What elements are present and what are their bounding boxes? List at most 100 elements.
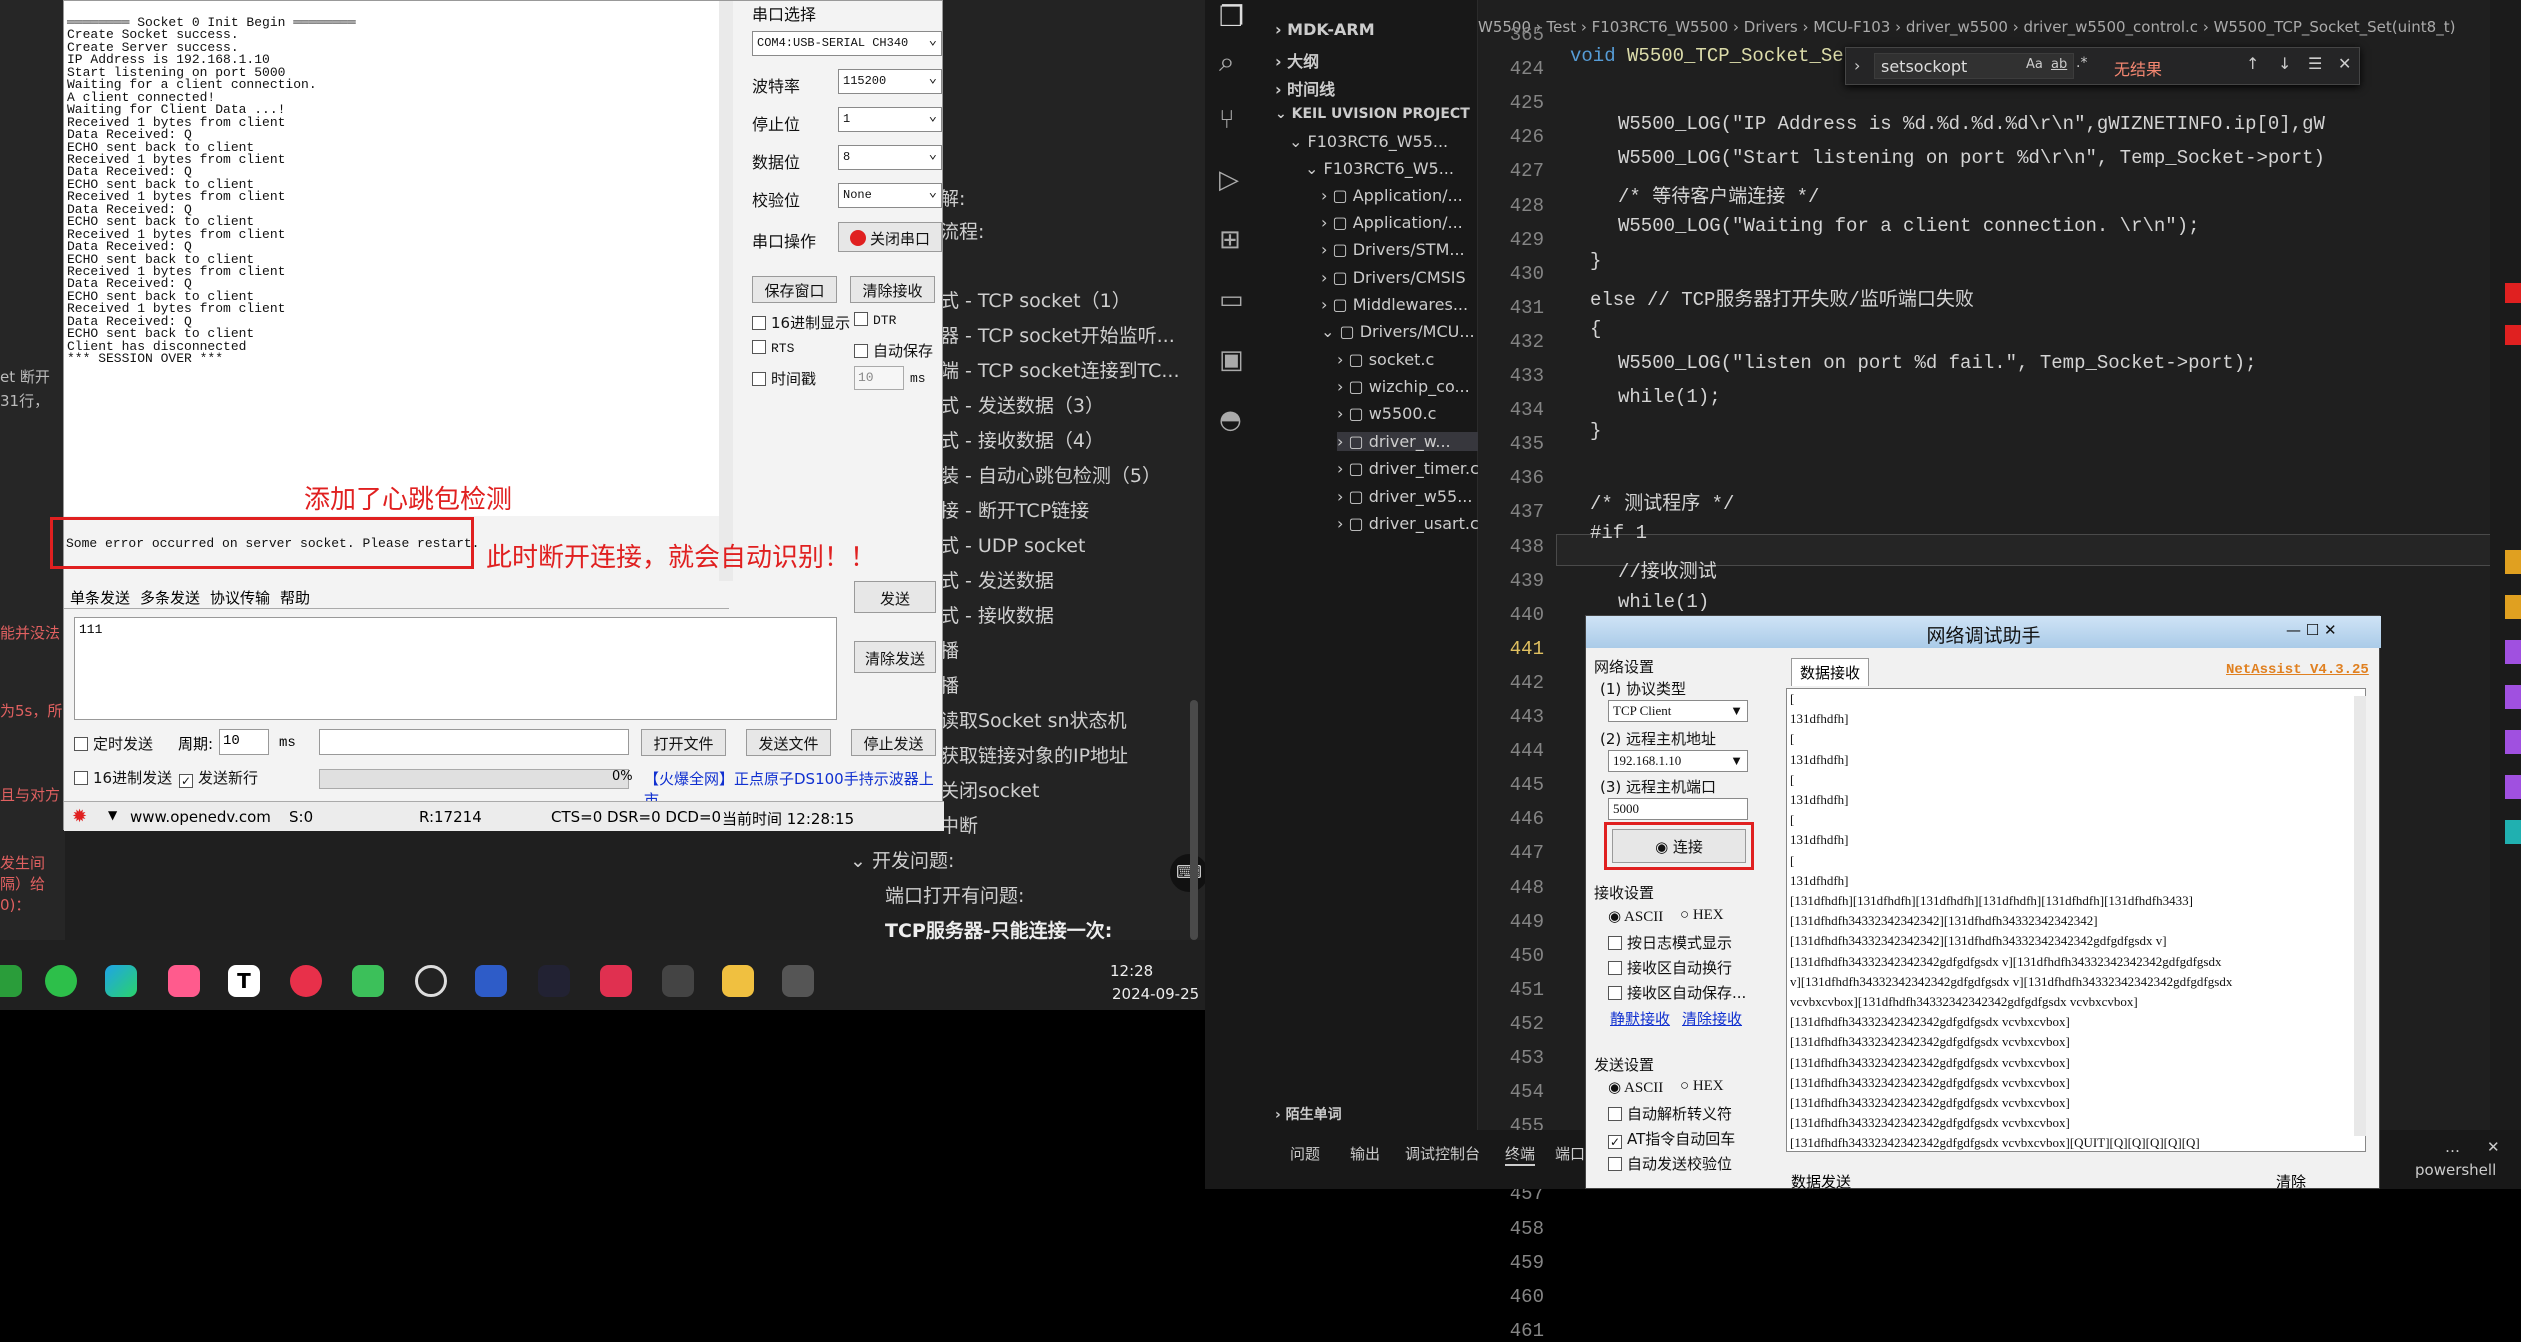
tree-item[interactable]: › MDK-ARM bbox=[1275, 20, 1375, 39]
hat-icon[interactable]: ◓ bbox=[1219, 405, 1242, 435]
proto-select[interactable]: TCP Client ▼ bbox=[1608, 700, 1748, 722]
chevron-down-icon[interactable]: ▼ bbox=[108, 808, 117, 822]
outline-item[interactable]: 式 - TCP socket（1） bbox=[940, 286, 1131, 313]
find-input[interactable]: setsockopt bbox=[1874, 53, 2074, 79]
tab-terminal[interactable]: 终端 bbox=[1505, 1143, 1536, 1166]
outline-item[interactable]: 接 - 断开TCP链接 bbox=[940, 496, 1089, 523]
outline-item[interactable]: 流程: bbox=[940, 217, 984, 244]
file-path-input[interactable] bbox=[319, 729, 629, 755]
tab-data-receive[interactable]: 数据接收 bbox=[1791, 658, 1870, 686]
keyboard-icon[interactable]: ⌨ bbox=[1170, 854, 1205, 892]
tab-protocol[interactable]: 协议传输 bbox=[210, 587, 270, 608]
outline-item[interactable]: 中断 bbox=[940, 811, 978, 838]
tab-single-send[interactable]: 单条发送 bbox=[70, 587, 130, 608]
tab-output[interactable]: 输出 bbox=[1350, 1143, 1380, 1164]
data-receive-area[interactable]: [131dfhdfh] [131dfhdfh] [131dfhdfh] [131dfh… bbox=[1786, 688, 2366, 1152]
ascii-radio[interactable]: ◉ ASCII bbox=[1608, 907, 1663, 926]
open-file-button[interactable]: 打开文件 bbox=[641, 729, 726, 756]
more-icon[interactable]: … bbox=[2445, 1138, 2460, 1156]
tree-item[interactable]: › ▢ wizchip_co... bbox=[1337, 377, 1470, 396]
send-button[interactable]: 发送 bbox=[854, 581, 936, 613]
arrow-down-icon[interactable]: ↓ bbox=[2278, 54, 2291, 73]
outline-item[interactable]: 端口打开有问题: bbox=[885, 881, 1024, 908]
devcpp-icon[interactable] bbox=[475, 965, 507, 997]
auto-save-checkbox[interactable]: 自动保存 bbox=[854, 340, 933, 361]
host-select[interactable]: 192.168.1.10 ▼ bbox=[1608, 750, 1748, 772]
scrollbar[interactable] bbox=[1190, 700, 1198, 940]
send-ascii-radio[interactable]: ◉ ASCII bbox=[1608, 1078, 1663, 1097]
outline-item[interactable]: 获取链接对象的IP地址 bbox=[940, 741, 1128, 768]
netease-music-icon[interactable] bbox=[290, 965, 322, 997]
tree-item[interactable]: › ▢ driver_timer.c bbox=[1337, 459, 1479, 478]
stop-send-button[interactable]: 停止发送 bbox=[851, 729, 936, 756]
app-icon[interactable] bbox=[415, 965, 447, 997]
auto-check-checkbox[interactable]: 自动发送校验位 bbox=[1608, 1153, 1732, 1174]
explorer-icon[interactable]: ❐ bbox=[1219, 0, 1244, 33]
outline-item[interactable]: 器 - TCP socket开始监听... bbox=[940, 321, 1175, 348]
app-icon[interactable] bbox=[538, 965, 570, 997]
clear-send-button[interactable]: 清除发送 bbox=[854, 641, 936, 673]
menu-icon[interactable]: ☰ bbox=[2308, 54, 2322, 73]
run-debug-icon[interactable]: ▷ bbox=[1219, 165, 1239, 195]
outline-item[interactable]: 式 - UDP socket bbox=[940, 531, 1085, 558]
period-input[interactable]: 10 bbox=[219, 729, 269, 755]
tree-item[interactable]: › ▢ driver_usart.c bbox=[1337, 514, 1479, 533]
stop-select[interactable]: 1 bbox=[838, 107, 942, 132]
hex-send-checkbox[interactable]: 16进制发送 bbox=[74, 767, 172, 788]
scrollbar[interactable] bbox=[2354, 696, 2366, 1136]
terminal-icon[interactable] bbox=[662, 965, 694, 997]
tab-ports[interactable]: 端口 bbox=[1555, 1143, 1585, 1164]
terminal-shell[interactable]: powershell bbox=[2415, 1161, 2496, 1179]
auto-save-checkbox[interactable]: 接收区自动保存... bbox=[1608, 982, 1746, 1003]
log-mode-checkbox[interactable]: 按日志模式显示 bbox=[1608, 932, 1732, 953]
outline-item[interactable]: 端 - TCP socket连接到TC... bbox=[940, 356, 1180, 383]
tree-item[interactable]: › 陌生单词 bbox=[1275, 1104, 1342, 1124]
timestamp-input[interactable]: 10 bbox=[854, 366, 904, 390]
at-auto-checkbox[interactable]: ✓ AT指令自动回车 bbox=[1608, 1128, 1735, 1149]
extensions-icon[interactable]: ⊞ bbox=[1219, 225, 1241, 255]
remote-icon[interactable]: ▭ bbox=[1219, 285, 1244, 315]
app-icon[interactable] bbox=[600, 965, 632, 997]
tree-item[interactable]: › ▢ w5500.c bbox=[1337, 404, 1436, 423]
rts-checkbox[interactable]: RTS bbox=[752, 340, 794, 356]
typora-icon[interactable]: T bbox=[228, 965, 260, 997]
tab-problems[interactable]: 问题 bbox=[1290, 1143, 1320, 1164]
chip-icon[interactable]: ▣ bbox=[1219, 345, 1244, 375]
timed-send-checkbox[interactable]: 定时发送 bbox=[74, 733, 153, 754]
tab-debug-console[interactable]: 调试控制台 bbox=[1405, 1143, 1480, 1164]
auto-wrap-checkbox[interactable]: 接收区自动换行 bbox=[1608, 957, 1732, 978]
tree-item[interactable]: › ▢ Drivers/CMSIS bbox=[1321, 268, 1466, 287]
hex-radio[interactable]: ○ HEX bbox=[1680, 907, 1724, 924]
timestamp-checkbox[interactable]: 时间戳 bbox=[752, 368, 816, 389]
source-control-icon[interactable]: ⑂ bbox=[1219, 105, 1235, 135]
match-case-icon[interactable]: Aa bbox=[2026, 57, 2043, 72]
tree-item[interactable]: › ▢ Middlewares... bbox=[1321, 295, 1468, 314]
clear-receive-link[interactable]: 清除接收 bbox=[1682, 1008, 1742, 1029]
serial-receive-area[interactable]: ════════ Socket 0 Init Begin ════════ Cre… bbox=[64, 1, 729, 516]
regex-icon[interactable]: .* bbox=[2076, 55, 2087, 71]
send-file-button[interactable]: 发送文件 bbox=[746, 729, 831, 756]
arrow-up-icon[interactable]: ↑ bbox=[2246, 54, 2259, 73]
close-icon[interactable]: ✕ bbox=[2487, 1138, 2500, 1156]
tree-item[interactable]: › 大纲 bbox=[1275, 48, 1319, 72]
outline-item[interactable]: 装 - 自动心跳包检测（5） bbox=[940, 461, 1161, 488]
scrollbar[interactable] bbox=[719, 1, 733, 581]
edge-icon[interactable] bbox=[105, 965, 137, 997]
tree-item[interactable]: › 时间线 bbox=[1275, 76, 1335, 100]
search-icon[interactable]: ⌕ bbox=[1219, 45, 1235, 79]
app-icon[interactable] bbox=[0, 965, 22, 997]
tree-item[interactable]: › ▢ driver_w55... bbox=[1337, 487, 1472, 506]
port-select[interactable]: COM4:USB-SERIAL CH340 bbox=[752, 31, 942, 56]
chevron-right-icon[interactable]: › bbox=[1854, 56, 1860, 75]
send-hex-radio[interactable]: ○ HEX bbox=[1680, 1078, 1724, 1095]
tab-help[interactable]: 帮助 bbox=[280, 587, 310, 608]
tree-item[interactable]: ⌄ KEIL UVISION PROJECT bbox=[1275, 106, 1470, 122]
close-port-button[interactable]: 关闭串口 bbox=[838, 222, 942, 252]
data-select[interactable]: 8 bbox=[838, 145, 942, 170]
outline-item[interactable]: 关闭socket bbox=[940, 776, 1039, 803]
outline-item[interactable]: TCP服务器-只能连接一次: bbox=[885, 916, 1112, 943]
network-icon[interactable] bbox=[782, 965, 814, 997]
folder-icon[interactable] bbox=[722, 965, 754, 997]
tree-item[interactable]: › ▢ Drivers/STM... bbox=[1321, 240, 1465, 259]
app-icon[interactable] bbox=[352, 965, 384, 997]
